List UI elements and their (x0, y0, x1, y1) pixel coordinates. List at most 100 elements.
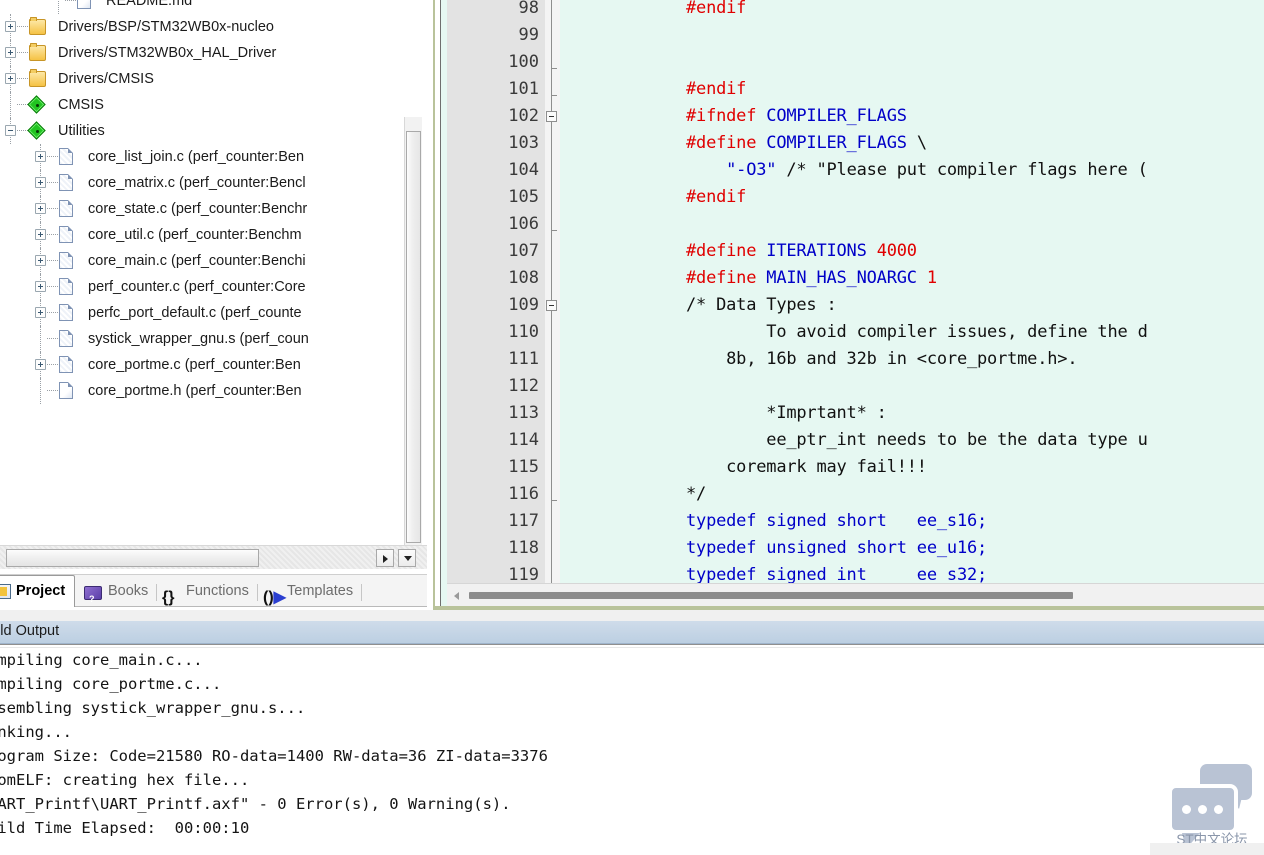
build-output-line: inking... (0, 723, 72, 741)
build-output-line: ompiling core_main.c... (0, 651, 203, 669)
tree-item[interactable]: perf_counter.c (perf_counter:Core (0, 274, 410, 300)
line-number: 116 (508, 484, 539, 504)
scrollbar-thumb[interactable] (6, 549, 259, 567)
project-icon (0, 584, 11, 599)
tree-item[interactable]: README.md (0, 0, 410, 14)
tree-item[interactable]: core_state.c (perf_counter:Benchr (0, 196, 410, 222)
tree-guide-line (40, 378, 42, 404)
expand-icon[interactable] (5, 73, 16, 84)
scrollbar-thumb[interactable] (469, 592, 1073, 599)
source-file-icon (59, 278, 73, 295)
code-line[interactable]: To avoid compiler issues, define the d (560, 319, 1264, 346)
code-token: ITERATIONS (766, 241, 867, 261)
code-line[interactable]: "-O3" /* "Please put compiler flags here… (560, 157, 1264, 184)
code-token: #define (686, 241, 767, 261)
code-line[interactable]: typedef signed short ee_s16; (560, 508, 1264, 535)
scrollbar-thumb[interactable] (406, 131, 421, 543)
chevron-down-icon[interactable] (398, 549, 416, 567)
tab-label: Books (108, 583, 149, 599)
tree-item[interactable]: systick_wrapper_gnu.s (perf_coun (0, 326, 410, 352)
scroll-right-arrow-icon[interactable] (376, 549, 394, 567)
source-file-icon (59, 226, 73, 243)
project-tree-vertical-scrollbar[interactable] (404, 117, 422, 568)
tree-item[interactable]: perfc_port_default.c (perf_counte (0, 300, 410, 326)
code-token: #endif (686, 187, 747, 207)
expand-icon[interactable] (35, 151, 46, 162)
code-folding-column[interactable] (545, 0, 560, 583)
tree-item[interactable]: Drivers/CMSIS (0, 66, 410, 92)
code-line[interactable]: coremark may fail!!! (560, 454, 1264, 481)
code-line[interactable]: typedef unsigned short ee_u16; (560, 535, 1264, 562)
bottom-filler (1150, 843, 1264, 855)
pane-splitter[interactable] (0, 610, 1264, 621)
fold-end-marker (551, 500, 557, 501)
tree-item[interactable]: core_util.c (perf_counter:Benchm (0, 222, 410, 248)
tree-item-label: Drivers/CMSIS (58, 71, 154, 87)
tree-item-label: core_util.c (perf_counter:Benchm (88, 227, 302, 243)
expand-icon[interactable] (5, 47, 16, 58)
code-line[interactable]: /* Data Types : (560, 292, 1264, 319)
tree-item[interactable]: core_portme.c (perf_counter:Ben (0, 352, 410, 378)
expand-icon[interactable] (35, 203, 46, 214)
build-output-text[interactable]: ompiling core_main.c... ompiling core_por… (0, 648, 1264, 855)
code-line[interactable]: #define ITERATIONS 4000 (560, 238, 1264, 265)
expand-icon[interactable] (35, 307, 46, 318)
tree-item[interactable]: core_portme.h (perf_counter:Ben (0, 378, 410, 404)
code-line[interactable]: */ (560, 481, 1264, 508)
code-line[interactable] (560, 373, 1264, 400)
code-line[interactable]: #endif (560, 184, 1264, 211)
code-token: ee_ptr_int needs to be the data type u (686, 430, 1148, 450)
tab-project[interactable]: Project (0, 575, 76, 607)
code-line[interactable]: #define COMPILER_FLAGS \ (560, 130, 1264, 157)
tree-item[interactable]: core_list_join.c (perf_counter:Ben (0, 144, 410, 170)
tab-templates[interactable]: ()▶ Templates (258, 577, 363, 606)
expand-icon[interactable] (35, 359, 46, 370)
books-icon (84, 585, 102, 610)
tree-item[interactable]: Utilities (0, 118, 410, 144)
expand-icon[interactable] (35, 255, 46, 266)
fold-collapse-icon[interactable] (546, 111, 557, 122)
tree-item[interactable]: Drivers/BSP/STM32WB0x-nucleo (0, 14, 410, 40)
code-line[interactable]: #endif (560, 76, 1264, 103)
code-token: MAIN_HAS_NOARGC (766, 268, 917, 288)
code-line[interactable]: ee_ptr_int needs to be the data type u (560, 427, 1264, 454)
tree-item[interactable]: core_main.c (perf_counter:Benchi (0, 248, 410, 274)
expand-icon[interactable] (35, 281, 46, 292)
code-token: typedef signed short ee_s16; (686, 511, 988, 531)
expand-icon[interactable] (5, 21, 16, 32)
code-line[interactable]: 8b, 16b and 32b in <core_portme.h>. (560, 346, 1264, 373)
code-line[interactable]: #define MAIN_HAS_NOARGC 1 (560, 265, 1264, 292)
tree-item[interactable]: core_matrix.c (perf_counter:Bencl (0, 170, 410, 196)
tree-item-label: README.md (106, 0, 193, 9)
tree-item-label: perfc_port_default.c (perf_counte (88, 305, 302, 321)
code-text-area[interactable]: #endif #endif #ifndef COMPILER_FLAGS #defin… (560, 0, 1264, 585)
code-line[interactable]: #endif (560, 0, 1264, 22)
code-editor[interactable]: 98 99 100 101 102 103 104 105 106 107 108 109 110 111… (433, 0, 1264, 610)
tree-connector (47, 286, 58, 288)
code-line[interactable] (560, 49, 1264, 76)
editor-surface[interactable]: 98 99 100 101 102 103 104 105 106 107 108 109 110 111… (440, 0, 1264, 610)
fold-collapse-icon[interactable] (546, 300, 557, 311)
project-tree-horizontal-scrollbar[interactable] (0, 545, 427, 569)
tab-books[interactable]: Books (79, 577, 158, 610)
code-line[interactable]: #ifndef COMPILER_FLAGS (560, 103, 1264, 130)
tab-functions[interactable]: {} Functions (157, 577, 258, 606)
scroll-left-arrow-icon[interactable] (449, 587, 465, 605)
tree-connector (47, 390, 58, 392)
project-pane: README.md Drivers/BSP/STM32WB0x-nucleo Dri… (0, 0, 427, 610)
project-tree[interactable]: README.md Drivers/BSP/STM32WB0x-nucleo Dri… (0, 0, 410, 568)
build-output-pane: uild Output ompiling core_main.c...ompil… (0, 621, 1264, 855)
line-number: 103 (508, 133, 539, 153)
tree-item[interactable]: CMSIS (0, 92, 410, 118)
code-line[interactable] (560, 22, 1264, 49)
tree-item[interactable]: Drivers/STM32WB0x_HAL_Driver (0, 40, 410, 66)
folder-icon (29, 43, 46, 61)
code-line[interactable]: *Imprtant* : (560, 400, 1264, 427)
tree-connector (17, 26, 28, 28)
collapse-icon[interactable] (5, 125, 16, 136)
expand-icon[interactable] (35, 177, 46, 188)
expand-icon[interactable] (35, 229, 46, 240)
code-line[interactable] (560, 211, 1264, 238)
fold-end-marker (551, 68, 557, 69)
